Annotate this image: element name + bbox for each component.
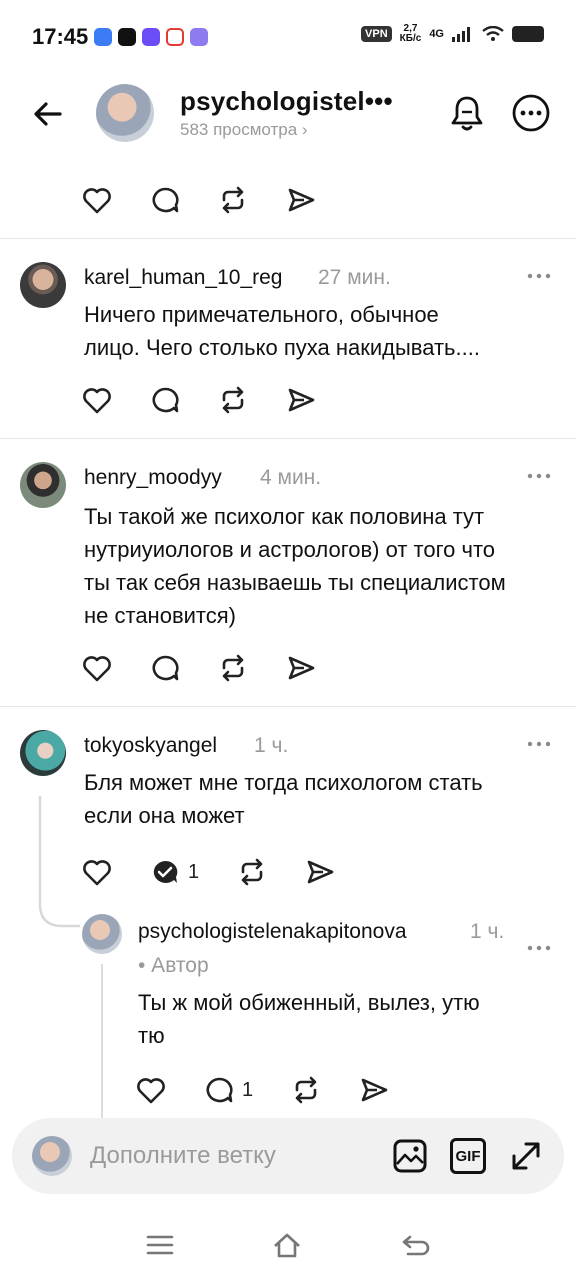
comment-username[interactable]: henry_moodyy xyxy=(84,466,222,490)
divider xyxy=(0,438,576,439)
status-app-icons xyxy=(94,28,208,46)
page-title[interactable]: psychologistel••• xyxy=(180,86,393,117)
divider xyxy=(0,238,576,239)
repost-icon[interactable] xyxy=(237,858,267,886)
image-icon[interactable] xyxy=(392,1138,428,1174)
system-nav-bar xyxy=(0,1210,576,1280)
send-icon[interactable] xyxy=(305,858,335,886)
thread-connector xyxy=(38,796,80,928)
vpn-badge: VPN xyxy=(361,26,392,42)
app-notification-icon xyxy=(142,28,160,46)
expand-icon[interactable] xyxy=(508,1138,544,1174)
battery-icon xyxy=(512,26,544,42)
avatar[interactable] xyxy=(20,262,66,308)
post-actions xyxy=(82,186,316,214)
reply-username[interactable]: psychologistelenakapitonova xyxy=(138,920,407,944)
speech-bubble-icon[interactable] xyxy=(150,386,180,414)
comment-actions xyxy=(82,654,316,682)
threads-app-icon xyxy=(118,28,136,46)
send-icon[interactable] xyxy=(286,386,316,414)
speech-bubble-icon[interactable] xyxy=(150,186,180,214)
author-avatar[interactable] xyxy=(96,84,154,142)
signal-icon xyxy=(452,27,470,42)
repost-icon[interactable] xyxy=(218,386,248,414)
comment-time: 27 мин. xyxy=(318,266,391,289)
comment-time: 4 мин. xyxy=(260,466,322,489)
comment-username[interactable]: tokyoskyangel xyxy=(84,734,217,758)
reply-input-placeholder[interactable]: Дополните ветку xyxy=(90,1142,276,1170)
thread-header: psychologistel••• 583 просмотра › xyxy=(0,76,576,158)
comment-username[interactable]: karel_human_10_reg xyxy=(84,266,282,290)
send-icon[interactable] xyxy=(286,654,316,682)
reply-actions: 1 xyxy=(136,1076,389,1104)
send-icon[interactable] xyxy=(359,1076,389,1104)
avatar xyxy=(32,1136,72,1176)
reply-time: 1 ч. xyxy=(470,920,505,943)
reply-input-bar[interactable]: Дополните ветку GIF xyxy=(12,1118,564,1194)
repost-icon[interactable] xyxy=(218,654,248,682)
heart-icon[interactable] xyxy=(82,654,112,682)
app-notification-icon xyxy=(190,28,208,46)
speech-bubble-filled-icon xyxy=(153,860,178,883)
reply-count-button[interactable]: 1 xyxy=(150,858,199,886)
repost-icon[interactable] xyxy=(291,1076,321,1104)
comment-text: Ты такой же психолог как половина тут ну… xyxy=(84,504,506,628)
heart-icon[interactable] xyxy=(136,1076,166,1104)
comment-text: Ничего примечательного, обычное лицо. Че… xyxy=(84,302,480,360)
views-count[interactable]: 583 просмотра › xyxy=(180,120,308,140)
network-speed: 2,7 КБ/с xyxy=(399,23,422,44)
reply-count-button[interactable]: 1 xyxy=(204,1076,253,1104)
arrow-left-icon[interactable] xyxy=(30,96,66,132)
send-icon[interactable] xyxy=(286,186,316,214)
divider xyxy=(0,706,576,707)
avatar[interactable] xyxy=(20,730,66,776)
avatar[interactable] xyxy=(82,914,122,954)
wifi-icon xyxy=(482,26,504,41)
comment-text: Бля может мне тогда психологом стать есл… xyxy=(84,770,483,828)
more-dots-icon[interactable] xyxy=(526,472,552,480)
heart-icon[interactable] xyxy=(82,386,112,414)
thread-content: karel_human_10_reg 27 мин. Ничего примеч… xyxy=(0,158,576,1118)
status-time: 17:45 xyxy=(32,24,89,49)
home-icon[interactable] xyxy=(272,1230,302,1260)
app-notification-icon xyxy=(166,28,184,46)
app-notification-icon xyxy=(94,28,112,46)
reply-text: Ты ж мой обиженный, вылез, утю тю xyxy=(138,990,480,1048)
status-bar: 17:45 VPN 2,7 КБ/с 4G xyxy=(0,0,576,76)
heart-icon[interactable] xyxy=(82,186,112,214)
speech-bubble-icon xyxy=(206,1077,233,1103)
more-dots-icon[interactable] xyxy=(526,272,552,280)
more-dots-icon[interactable] xyxy=(526,740,552,748)
more-menu-icon[interactable] xyxy=(510,92,552,134)
reply-count: 1 xyxy=(242,1078,254,1101)
comment-actions xyxy=(82,386,316,414)
bell-icon[interactable] xyxy=(446,92,488,134)
author-badge: • Автор xyxy=(138,954,209,977)
status-indicators: VPN 2,7 КБ/с 4G xyxy=(361,24,544,44)
back-nav-icon[interactable] xyxy=(400,1230,430,1260)
avatar[interactable] xyxy=(20,462,66,508)
menu-icon[interactable] xyxy=(145,1230,175,1260)
more-dots-icon[interactable] xyxy=(526,944,552,952)
speech-bubble-icon[interactable] xyxy=(150,654,180,682)
reply-count: 1 xyxy=(188,860,200,883)
comment-time: 1 ч. xyxy=(254,734,289,757)
comment-actions: 1 xyxy=(82,858,335,886)
repost-icon[interactable] xyxy=(218,186,248,214)
heart-icon[interactable] xyxy=(82,858,112,886)
thread-line xyxy=(101,964,103,1118)
gif-button[interactable]: GIF xyxy=(450,1138,486,1174)
network-type: 4G xyxy=(429,28,444,40)
